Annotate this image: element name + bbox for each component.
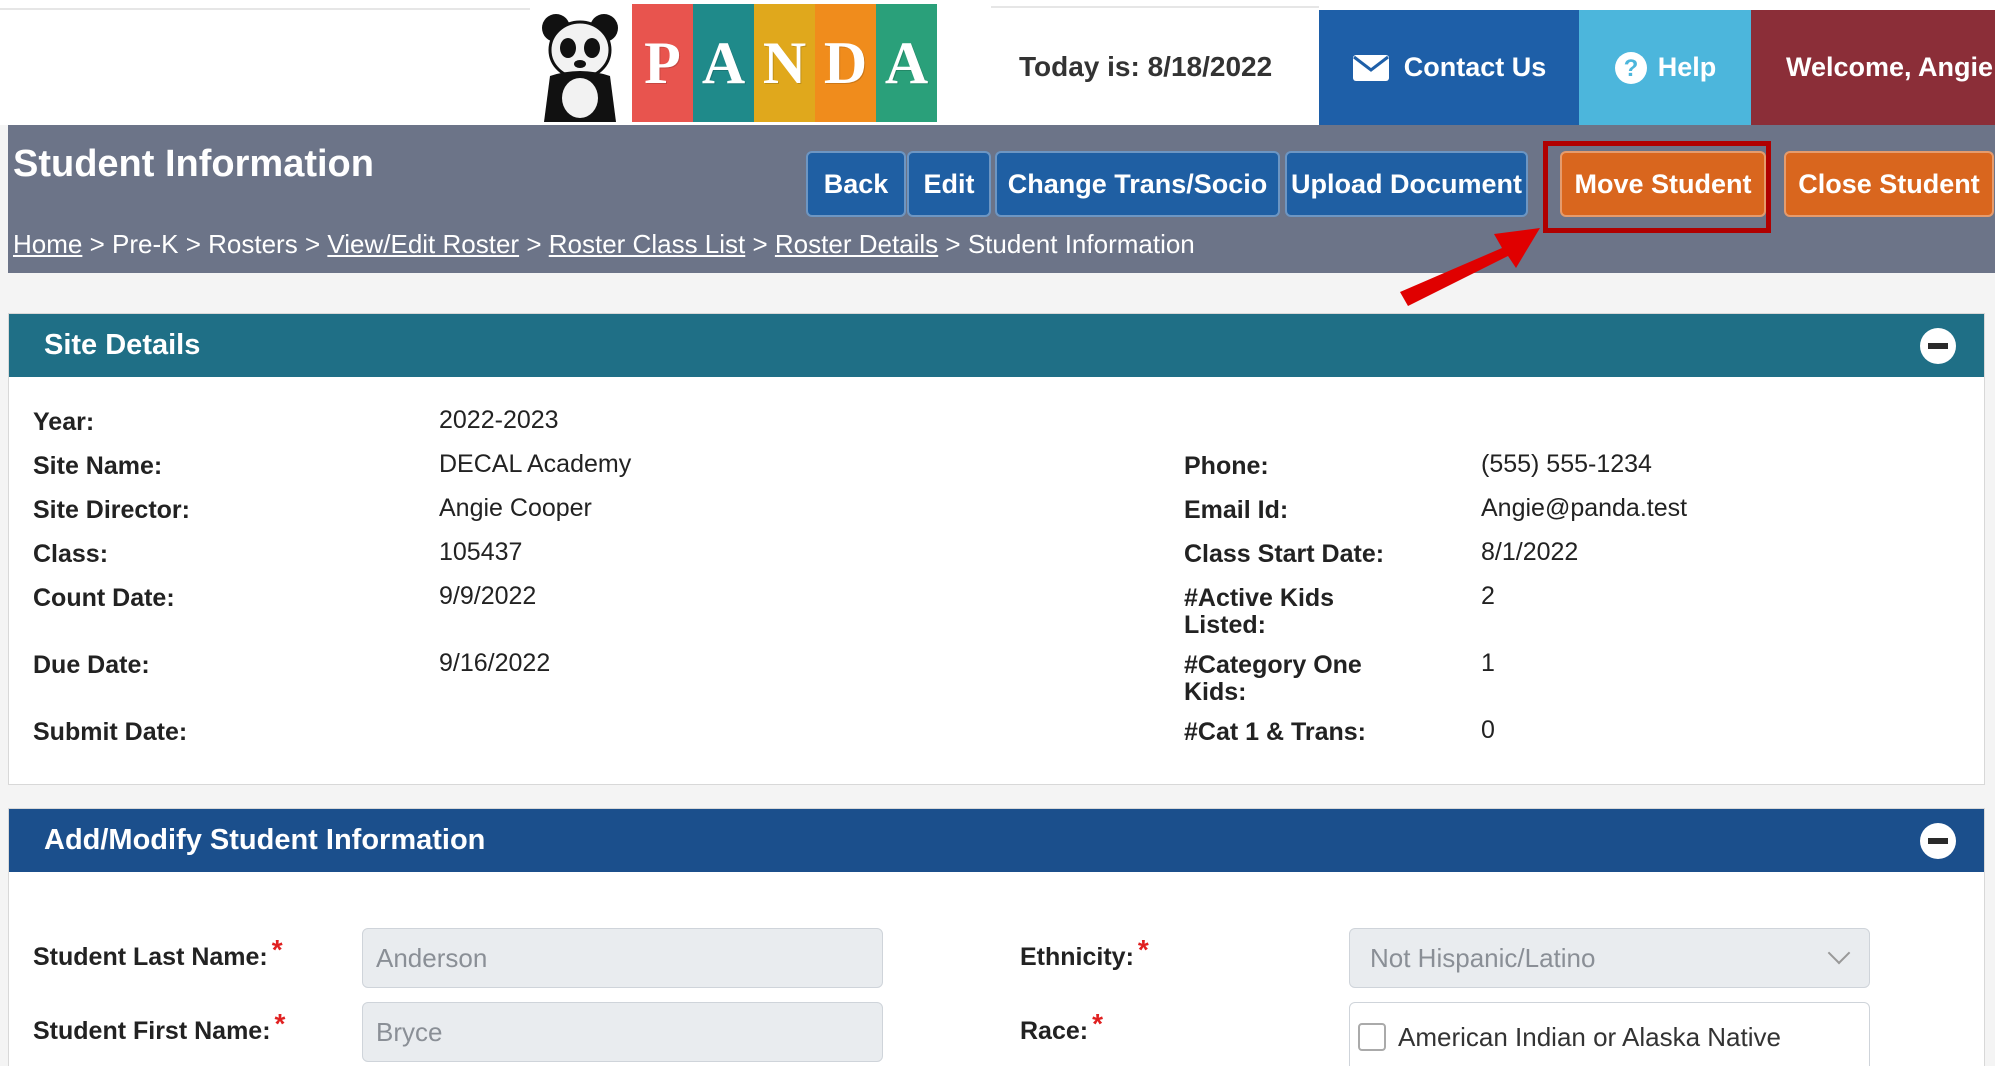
phone-label: Phone: xyxy=(1184,452,1269,480)
welcome-user-menu[interactable]: Welcome, Angie xyxy=(1751,10,1995,125)
red-arrow-icon xyxy=(1400,228,1540,306)
category-one-label: #Category One Kids: xyxy=(1184,652,1362,706)
help-button[interactable]: ? Help xyxy=(1579,10,1751,125)
count-date-value: 9/9/2022 xyxy=(439,582,537,610)
breadcrumb-home[interactable]: Home xyxy=(13,229,82,259)
count-date-label: Count Date: xyxy=(33,584,175,612)
move-student-highlight-box xyxy=(1543,141,1771,233)
site-details-title: Site Details xyxy=(44,329,201,361)
class-value: 105437 xyxy=(439,538,523,566)
required-asterisk: * xyxy=(274,1008,286,1039)
panda-logo[interactable]: P A N D A xyxy=(536,4,937,124)
contact-us-label: Contact Us xyxy=(1403,52,1547,82)
active-kids-value: 2 xyxy=(1481,582,1495,610)
breadcrumb-separator: > xyxy=(89,229,105,259)
cat1-trans-label: #Cat 1 & Trans: xyxy=(1184,718,1367,746)
email-label: Email Id: xyxy=(1184,496,1289,524)
active-kids-label: #Active Kids Listed: xyxy=(1184,585,1334,639)
category-one-value: 1 xyxy=(1481,649,1495,677)
due-date-value: 9/16/2022 xyxy=(439,649,551,677)
active-kids-label-line2: Listed: xyxy=(1184,611,1266,639)
logo-letter: D xyxy=(815,4,876,122)
year-value: 2022-2023 xyxy=(439,406,559,434)
required-asterisk: * xyxy=(1137,934,1149,965)
top-header: P A N D A Today is: 8/18/2022 Contact Us… xyxy=(0,0,1995,125)
race-options: American Indian or Alaska Native xyxy=(1349,1002,1870,1066)
header-divider xyxy=(0,8,530,10)
ethnicity-label-text: Ethnicity: xyxy=(1020,943,1134,971)
breadcrumb-separator: > xyxy=(752,229,768,259)
breadcrumb-separator: > xyxy=(304,229,321,259)
back-button[interactable]: Back xyxy=(806,151,906,217)
breadcrumb-separator: > xyxy=(945,229,961,259)
envelope-icon xyxy=(1352,54,1389,81)
student-info-header[interactable]: Add/Modify Student Information xyxy=(9,809,1984,872)
logo-wordmark: P A N D A xyxy=(632,4,937,124)
site-details-header[interactable]: Site Details xyxy=(9,314,1984,377)
class-start-date-value: 8/1/2022 xyxy=(1481,538,1579,566)
student-info-title: Add/Modify Student Information xyxy=(44,824,486,856)
race-label-text: Race: xyxy=(1020,1017,1089,1045)
breadcrumb-separator: > xyxy=(185,229,201,259)
change-trans-socio-button[interactable]: Change Trans/Socio xyxy=(995,151,1280,217)
collapse-icon[interactable] xyxy=(1920,823,1956,859)
ethnicity-label: Ethnicity: * xyxy=(1020,936,1149,971)
active-kids-label-line1: #Active Kids xyxy=(1184,584,1335,612)
upload-document-button[interactable]: Upload Document xyxy=(1285,151,1528,217)
first-name-label-text: Student First Name: xyxy=(33,1017,271,1045)
class-label: Class: xyxy=(33,540,109,568)
required-asterisk: * xyxy=(271,934,283,965)
site-director-label: Site Director: xyxy=(33,496,190,524)
race-label: Race: * xyxy=(1020,1010,1103,1045)
edit-button[interactable]: Edit xyxy=(907,151,991,217)
logo-letter: P xyxy=(632,4,693,122)
race-option-label[interactable]: American Indian or Alaska Native xyxy=(1398,1022,1781,1053)
breadcrumb-rosters: Rosters xyxy=(208,229,298,259)
collapse-icon[interactable] xyxy=(1920,328,1956,364)
site-name-label: Site Name: xyxy=(33,452,163,480)
race-checkbox[interactable] xyxy=(1358,1023,1386,1051)
breadcrumb-separator: > xyxy=(526,229,542,259)
breadcrumb-prek: Pre-K xyxy=(112,229,179,259)
breadcrumb-roster-class-list[interactable]: Roster Class List xyxy=(549,229,746,259)
breadcrumb-current: Student Information xyxy=(967,229,1195,259)
year-label: Year: xyxy=(33,408,95,436)
help-label: Help xyxy=(1657,52,1717,82)
logo-letter: N xyxy=(754,4,815,122)
breadcrumb: Home > Pre-K > Rosters > View/Edit Roste… xyxy=(13,229,1195,260)
email-value: Angie@panda.test xyxy=(1481,494,1688,522)
today-date: Today is: 8/18/2022 xyxy=(991,6,1319,125)
site-director-value: Angie Cooper xyxy=(439,494,592,522)
last-name-label: Student Last Name: * xyxy=(33,936,283,971)
phone-value: (555) 555-1234 xyxy=(1481,450,1652,478)
due-date-label: Due Date: xyxy=(33,651,150,679)
cat1-trans-value: 0 xyxy=(1481,716,1495,744)
class-start-date-label: Class Start Date: xyxy=(1184,540,1385,568)
first-name-label: Student First Name: * xyxy=(33,1010,285,1045)
category-one-label-line2: Kids: xyxy=(1184,678,1247,706)
last-name-field[interactable]: Anderson xyxy=(362,928,883,988)
site-name-value: DECAL Academy xyxy=(439,450,632,478)
logo-letter: A xyxy=(693,4,754,122)
breadcrumb-view-edit-roster[interactable]: View/Edit Roster xyxy=(327,229,519,259)
chevron-down-icon xyxy=(1827,941,1851,965)
first-name-field[interactable]: Bryce xyxy=(362,1002,883,1062)
breadcrumb-roster-details[interactable]: Roster Details xyxy=(775,229,938,259)
student-info-panel: Add/Modify Student Information Student L… xyxy=(8,808,1985,1066)
category-one-label-line1: #Category One xyxy=(1184,651,1362,679)
required-asterisk: * xyxy=(1092,1008,1103,1039)
contact-us-button[interactable]: Contact Us xyxy=(1319,10,1579,125)
site-details-panel: Site Details Year: 2022-2023 Site Name: … xyxy=(8,313,1985,785)
page-title: Student Information xyxy=(13,143,374,185)
submit-date-label: Submit Date: xyxy=(33,718,188,746)
svg-text:?: ? xyxy=(1623,55,1638,82)
logo-letter: A xyxy=(876,4,937,122)
question-circle-icon: ? xyxy=(1614,51,1647,84)
ethnicity-value: Not Hispanic/Latino xyxy=(1370,942,1596,973)
last-name-label-text: Student Last Name: xyxy=(33,943,268,971)
ethnicity-select[interactable]: Not Hispanic/Latino xyxy=(1349,928,1870,988)
panda-icon xyxy=(542,14,618,122)
close-student-button[interactable]: Close Student xyxy=(1784,151,1994,217)
